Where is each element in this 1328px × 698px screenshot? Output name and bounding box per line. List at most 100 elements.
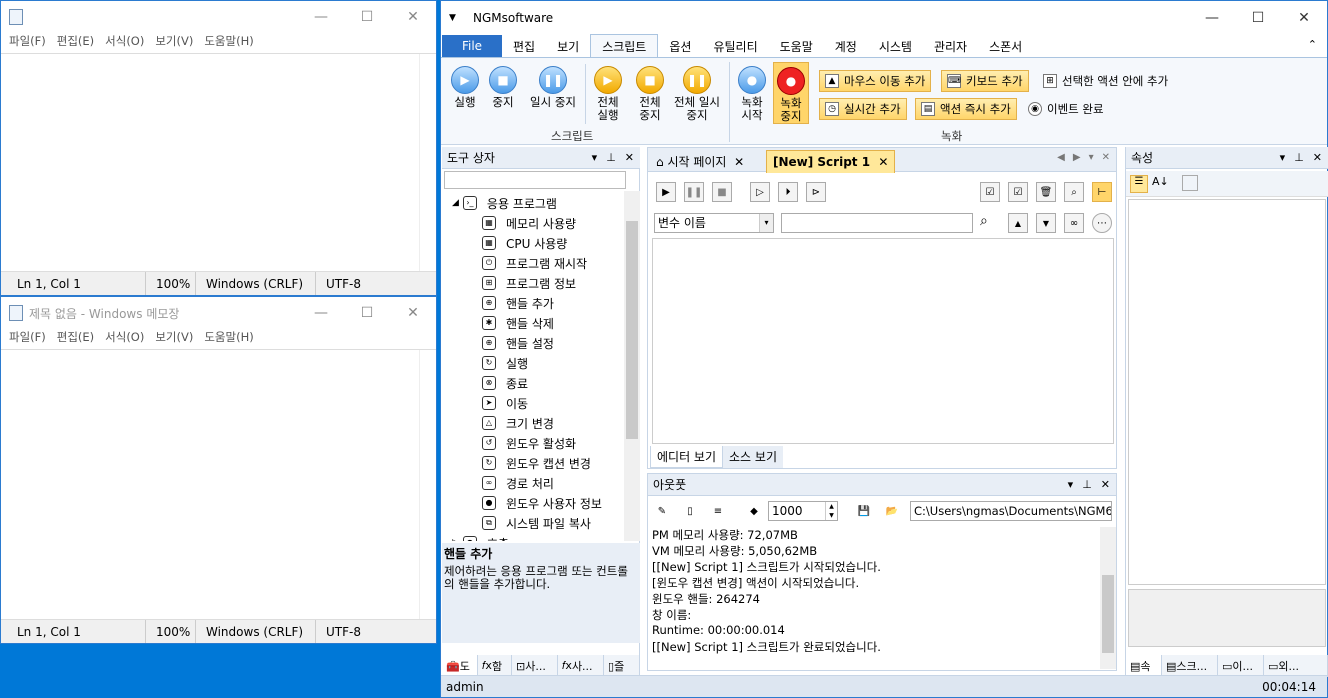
- run-icon[interactable]: ▶: [656, 182, 676, 202]
- dropdown-icon[interactable]: ▾: [592, 151, 598, 164]
- run-all-button[interactable]: ▶ 전체 실행: [591, 66, 625, 122]
- up-icon[interactable]: ▲: [1008, 213, 1028, 233]
- maximize-button[interactable]: ☐: [344, 9, 390, 25]
- bottom-tab-user[interactable]: ⊡ 사...: [512, 655, 558, 677]
- run-to-icon[interactable]: ⏵: [778, 182, 798, 202]
- bottom-tab-scripts[interactable]: ▤ 스크...: [1162, 655, 1218, 677]
- tab-list-icon[interactable]: ▾: [1089, 152, 1094, 163]
- tree-item[interactable]: ⊞ 프로그램 정보: [482, 273, 576, 293]
- tab-file[interactable]: File: [442, 35, 502, 57]
- infinity-icon[interactable]: ∞: [1064, 213, 1084, 233]
- save-icon[interactable]: 💾: [854, 501, 874, 521]
- tree-item[interactable]: ▦ CPU 사용량: [482, 233, 567, 253]
- tab-left-icon[interactable]: ◀: [1057, 152, 1065, 163]
- menu-view[interactable]: 보기(V): [155, 329, 193, 349]
- run-button[interactable]: ▶ 실행: [451, 66, 479, 109]
- step-icon[interactable]: ▷: [750, 182, 770, 202]
- tree-view-icon[interactable]: ⊢: [1092, 182, 1112, 202]
- pin-icon[interactable]: ⊥: [1294, 151, 1304, 164]
- menu-view[interactable]: 보기(V): [155, 33, 193, 53]
- pause-button[interactable]: ❚❚ 일시 중지: [527, 66, 579, 109]
- tree-root[interactable]: ◢ ›_ 응용 프로그램: [452, 193, 557, 213]
- record-stop-button[interactable]: ● 녹화 중지: [773, 62, 809, 124]
- tab-utility[interactable]: 유틸리티: [702, 35, 768, 57]
- minimize-button[interactable]: —: [298, 305, 344, 321]
- close-icon[interactable]: ✕: [1101, 478, 1110, 491]
- check-icon[interactable]: ☑: [1008, 182, 1028, 202]
- tree-item[interactable]: ▦ 메모리 사용량: [482, 213, 576, 233]
- close-button[interactable]: ✕: [1281, 10, 1327, 26]
- minimize-button[interactable]: —: [1189, 10, 1235, 26]
- stop-all-button[interactable]: ■ 전체 중지: [633, 66, 667, 122]
- add-inside-selected-button[interactable]: ⊞ 선택한 액션 안에 추가: [1038, 70, 1173, 92]
- vertical-scrollbar[interactable]: [419, 54, 436, 271]
- tree-item[interactable]: ✱ 핸들 삭제: [482, 313, 554, 333]
- pin-icon[interactable]: ⊥: [1082, 478, 1092, 491]
- close-icon[interactable]: ✕: [878, 155, 888, 169]
- tree-item[interactable]: ⊕ 핸들 추가: [482, 293, 554, 313]
- notepad-text-area[interactable]: [1, 53, 436, 271]
- tree-item[interactable]: ⊗ 종료: [482, 373, 528, 393]
- tab-edit[interactable]: 편집: [502, 35, 546, 57]
- add-action-now-button[interactable]: ▤ 액션 즉시 추가: [915, 98, 1017, 120]
- log-path-input[interactable]: C:\Users\ngmas\Documents\NGM6\: [910, 501, 1112, 521]
- line-count-spinner[interactable]: 1000 ▲ ▼: [768, 501, 838, 521]
- add-mouse-move-button[interactable]: ▲ 마우스 이동 추가: [819, 70, 932, 92]
- tree-item[interactable]: ⏻ 프로그램 재시작: [482, 253, 587, 273]
- tree-next-group[interactable]: ▷●호출: [452, 533, 509, 541]
- tab-account[interactable]: 계정: [824, 35, 868, 57]
- menu-format[interactable]: 서식(O): [105, 33, 144, 53]
- down-icon[interactable]: ▼: [1036, 213, 1056, 233]
- search-icon[interactable]: ⌕: [980, 213, 988, 229]
- output-scrollbar[interactable]: [1100, 527, 1116, 669]
- menu-edit[interactable]: 편집(E): [57, 33, 94, 53]
- check-all-icon[interactable]: ☑: [980, 182, 1000, 202]
- close-icon[interactable]: ✕: [1313, 151, 1322, 164]
- bottom-tab-external[interactable]: ▭ 외...: [1264, 655, 1328, 677]
- toolbox-search-input[interactable]: [444, 171, 626, 189]
- file-search-icon[interactable]: ▯: [680, 501, 700, 521]
- maximize-button[interactable]: ☐: [344, 305, 390, 321]
- stop-button[interactable]: ■ 중지: [489, 66, 517, 109]
- pause-icon[interactable]: ❚❚: [684, 182, 704, 202]
- add-realtime-button[interactable]: ◷ 실시간 추가: [819, 98, 907, 120]
- script-editor-area[interactable]: [652, 238, 1114, 444]
- record-start-button[interactable]: ● 녹화 시작: [737, 66, 767, 122]
- menu-file[interactable]: 파일(F): [9, 329, 46, 349]
- bottom-tab-toolbox[interactable]: 🧰 도: [442, 655, 478, 677]
- tab-source-view[interactable]: 소스 보기: [723, 446, 783, 468]
- minimize-button[interactable]: —: [298, 9, 344, 25]
- menu-edit[interactable]: 편집(E): [57, 329, 94, 349]
- tab-options[interactable]: 옵션: [658, 35, 702, 57]
- tab-script[interactable]: 스크립트: [590, 34, 659, 57]
- more-icon[interactable]: ⋯: [1092, 213, 1112, 233]
- tab-help[interactable]: 도움말: [769, 35, 824, 57]
- tree-item[interactable]: ➤ 이동: [482, 393, 528, 413]
- menu-help[interactable]: 도움말(H): [204, 329, 253, 349]
- tab-script-1[interactable]: [New] Script 1 ✕: [766, 150, 896, 173]
- delete-icon[interactable]: 🗑: [1036, 182, 1056, 202]
- bottom-tab-properties[interactable]: ▤ 속: [1126, 655, 1162, 677]
- vertical-scrollbar[interactable]: [419, 350, 436, 619]
- menu-format[interactable]: 서식(O): [105, 329, 144, 349]
- notepad-text-area[interactable]: [1, 349, 436, 619]
- brush-icon[interactable]: ✎: [652, 501, 672, 521]
- tree-item[interactable]: ↻ 윈도우 캡션 변경: [482, 453, 591, 473]
- tab-start-page[interactable]: ⌂ 시작 페이지 ✕: [650, 151, 750, 172]
- variable-name-select[interactable]: 변수 이름 ▾: [654, 213, 774, 233]
- tab-sponsor[interactable]: 스폰서: [978, 35, 1033, 57]
- event-complete-button[interactable]: ◉ 이벤트 완료: [1023, 98, 1109, 120]
- toolbox-scrollbar[interactable]: [624, 191, 640, 541]
- tree-item[interactable]: ↻ 실행: [482, 353, 528, 373]
- dropdown-icon[interactable]: ▾: [1280, 151, 1286, 164]
- categorized-icon[interactable]: ☰: [1130, 175, 1148, 193]
- tree-item[interactable]: ↺ 윈도우 활성화: [482, 433, 576, 453]
- pause-all-button[interactable]: ❚❚ 전체 일시 중지: [671, 66, 723, 122]
- folder-icon[interactable]: 📂: [882, 501, 902, 521]
- bottom-tab-functions[interactable]: 𝑓x 함: [478, 655, 512, 677]
- eraser-icon[interactable]: ◆: [744, 501, 764, 521]
- close-icon[interactable]: ✕: [625, 151, 634, 164]
- bottom-tab-images[interactable]: ▭ 이...: [1218, 655, 1264, 677]
- variable-value-input[interactable]: [781, 213, 973, 233]
- stop-icon[interactable]: ■: [712, 182, 732, 202]
